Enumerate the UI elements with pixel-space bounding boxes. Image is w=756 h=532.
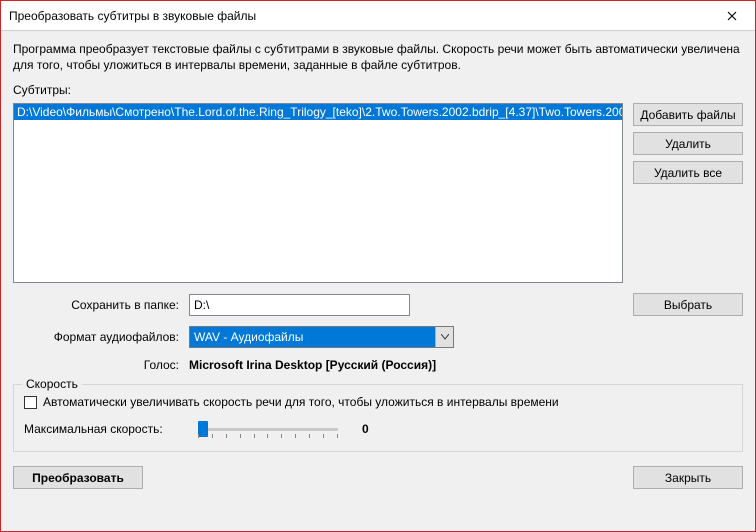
save-folder-row: Сохранить в папке: D:\ Выбрать: [13, 293, 743, 316]
convert-button[interactable]: Преобразовать: [13, 466, 143, 489]
speed-group: Скорость Автоматически увеличивать скоро…: [13, 384, 743, 452]
delete-button[interactable]: Удалить: [633, 132, 743, 155]
description-text: Программа преобразует текстовые файлы с …: [13, 41, 743, 73]
max-speed-row: Максимальная скорость: 0: [24, 419, 732, 439]
save-folder-label: Сохранить в папке:: [13, 298, 183, 312]
client-area: Программа преобразует текстовые файлы с …: [1, 31, 755, 531]
subtitles-label: Субтитры:: [13, 83, 743, 97]
speed-group-title: Скорость: [22, 377, 82, 391]
subtitles-listbox[interactable]: D:\Video\Фильмы\Смотрено\The.Lord.of.the…: [13, 103, 623, 283]
auto-speed-row: Автоматически увеличивать скорость речи …: [24, 395, 732, 409]
max-speed-value: 0: [362, 422, 369, 436]
max-speed-slider[interactable]: [198, 419, 338, 439]
chevron-down-icon[interactable]: [435, 327, 453, 347]
dialog-window: Преобразовать субтитры в звуковые файлы …: [0, 0, 756, 532]
audio-format-value: WAV - Аудиофайлы: [190, 327, 435, 347]
audio-format-row: Формат аудиофайлов: WAV - Аудиофайлы: [13, 326, 743, 348]
list-item[interactable]: D:\Video\Фильмы\Смотрено\The.Lord.of.the…: [14, 104, 622, 120]
browse-button[interactable]: Выбрать: [633, 293, 743, 316]
voice-value: Microsoft Irina Desktop [Русский (Россия…: [189, 358, 436, 372]
add-files-button[interactable]: Добавить файлы: [633, 103, 743, 126]
window-title: Преобразовать субтитры в звуковые файлы: [9, 9, 709, 23]
close-icon[interactable]: [709, 1, 755, 31]
auto-speed-label[interactable]: Автоматически увеличивать скорость речи …: [43, 395, 559, 409]
bottom-buttons: Преобразовать Закрыть: [13, 466, 743, 489]
voice-row: Голос: Microsoft Irina Desktop [Русский …: [13, 358, 743, 372]
auto-speed-checkbox[interactable]: [24, 396, 37, 409]
close-button[interactable]: Закрыть: [633, 466, 743, 489]
slider-track-line: [198, 428, 338, 431]
title-bar: Преобразовать субтитры в звуковые файлы: [1, 1, 755, 31]
audio-format-label: Формат аудиофайлов:: [13, 330, 183, 344]
audio-format-select[interactable]: WAV - Аудиофайлы: [189, 326, 454, 348]
delete-all-button[interactable]: Удалить все: [633, 161, 743, 184]
voice-label: Голос:: [13, 358, 183, 372]
subtitles-row: D:\Video\Фильмы\Смотрено\The.Lord.of.the…: [13, 103, 743, 283]
max-speed-label: Максимальная скорость:: [24, 422, 184, 436]
side-buttons: Добавить файлы Удалить Удалить все: [633, 103, 743, 283]
slider-ticks: [198, 434, 338, 438]
save-folder-input[interactable]: D:\: [189, 294, 410, 316]
